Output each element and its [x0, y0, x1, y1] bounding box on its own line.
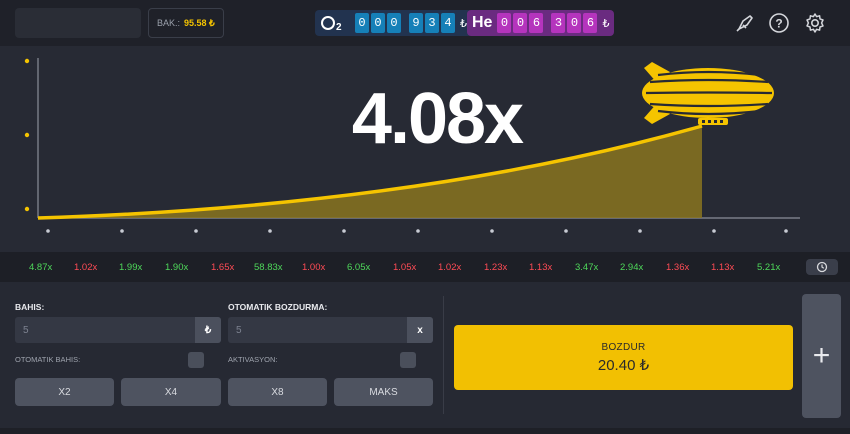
add-bet-button[interactable]: +: [802, 294, 841, 418]
o2-digit: 0: [371, 13, 385, 33]
logo: [15, 8, 141, 38]
flight-graph: 4.08x: [0, 46, 850, 252]
bet-label: BAHIS:: [15, 302, 45, 312]
balance-value: 95.58 ₺: [184, 17, 215, 28]
history-item: 1.02x: [438, 262, 462, 273]
rocket-icon[interactable]: [733, 11, 757, 35]
history-item: 1.36x: [666, 262, 690, 273]
o2-icon: 2: [321, 16, 342, 32]
balance-label: BAK.:: [157, 18, 181, 28]
auto-bet-checkbox[interactable]: [188, 352, 204, 368]
auto-bet-label: OTOMATIK BAHIS:: [15, 355, 81, 364]
o2-currency: ₺: [460, 17, 467, 30]
history-item: 1.13x: [711, 262, 735, 273]
activation-label: AKTIVASYON:: [228, 355, 278, 364]
o2-digit: 4: [441, 13, 455, 33]
history-item: 1.00x: [302, 262, 326, 273]
balance-display: BAK.: 95.58 ₺: [148, 8, 224, 38]
bet-panel: BAHIS: 5 ₺ OTOMATIK BOZDURMA: 5 x OTOMAT…: [0, 282, 850, 434]
x8-button[interactable]: X8: [228, 378, 327, 406]
he-counter: He 0 0 6 3 0 6 ₺: [467, 10, 615, 36]
he-digit: 6: [529, 13, 544, 33]
clear-auto-cashout-button[interactable]: x: [407, 317, 433, 343]
o2-digit: 9: [409, 13, 423, 33]
history-item: 1.90x: [165, 262, 189, 273]
history-button[interactable]: [806, 259, 838, 275]
y-tick-dot: [24, 206, 30, 212]
history-item: 1.65x: [211, 262, 235, 273]
multiplier-history: 4.87x 1.02x 1.99x 1.90x 1.65x 58.83x 1.0…: [0, 252, 850, 282]
history-item: 1.13x: [529, 262, 553, 273]
history-item: 1.05x: [393, 262, 417, 273]
svg-text:?: ?: [775, 17, 782, 31]
he-digit: 6: [583, 13, 598, 33]
plus-icon: +: [812, 339, 831, 372]
o2-digit: 0: [387, 13, 401, 33]
game-root: BAK.: 95.58 ₺ 2 0 0 0 9 3 4 ₺ He 0 0 6 3…: [0, 0, 850, 434]
current-multiplier: 4.08x: [351, 79, 524, 159]
history-item: 5.21x: [757, 262, 781, 273]
cashout-value: 20.40 ₺: [597, 356, 650, 374]
he-digit: 0: [513, 13, 528, 33]
cashout-title: BOZDUR: [601, 341, 646, 353]
history-item: 1.23x: [484, 262, 508, 273]
o2-digit: 3: [425, 13, 439, 33]
o2-symbol: 2: [320, 14, 350, 32]
history-item: 3.47x: [575, 262, 599, 273]
x4-button[interactable]: X4: [121, 378, 221, 406]
history-item: 1.99x: [119, 262, 143, 273]
history-item: 4.87x: [29, 262, 53, 273]
x2-button[interactable]: X2: [15, 378, 114, 406]
bet-input[interactable]: 5: [15, 317, 221, 343]
settings-icon[interactable]: [803, 11, 827, 35]
header: BAK.: 95.58 ₺ 2 0 0 0 9 3 4 ₺ He 0 0 6 3…: [0, 0, 850, 46]
auto-cashout-label: OTOMATIK BOZDURMA:: [228, 302, 328, 312]
cashout-button[interactable]: BOZDUR 20.40 ₺: [454, 325, 793, 390]
auto-cashout-input[interactable]: 5: [228, 317, 433, 343]
bottom-strip: [0, 428, 850, 434]
he-digit: 0: [497, 13, 512, 33]
y-tick-dot: [24, 58, 30, 64]
svg-text:2: 2: [336, 22, 342, 32]
o2-counter: 2 0 0 0 9 3 4 ₺: [315, 10, 472, 36]
zeppelin-icon: [642, 62, 774, 125]
auto-cashout-value: 5: [236, 324, 242, 336]
history-item: 58.83x: [254, 262, 283, 273]
he-digit: 0: [567, 13, 582, 33]
he-symbol: He: [472, 14, 493, 31]
max-button[interactable]: MAKS: [334, 378, 433, 406]
bet-value: 5: [23, 324, 29, 336]
help-icon[interactable]: ?: [767, 11, 791, 35]
panel-divider: [443, 296, 444, 414]
activation-checkbox[interactable]: [400, 352, 416, 368]
history-item: 1.02x: [74, 262, 98, 273]
o2-digit: 0: [355, 13, 369, 33]
x-tick-dots: [46, 229, 788, 233]
y-tick-dot: [24, 132, 30, 138]
he-digit: 3: [551, 13, 566, 33]
history-icon: [816, 261, 828, 273]
he-currency: ₺: [602, 17, 610, 30]
bet-currency-button[interactable]: ₺: [195, 317, 221, 343]
history-item: 2.94x: [620, 262, 644, 273]
history-item: 6.05x: [347, 262, 371, 273]
